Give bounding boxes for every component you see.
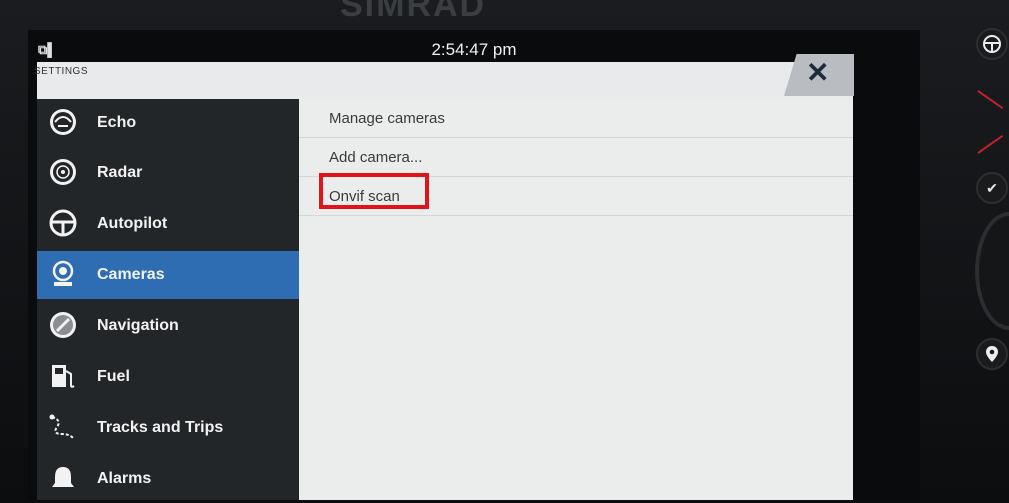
sidebar-item-label: Cameras (97, 266, 165, 283)
autopilot-button[interactable] (976, 28, 1008, 60)
autopilot-button-icon (983, 35, 1001, 53)
sidebar-item-tracks-and-trips[interactable]: Tracks and Trips (37, 404, 299, 452)
compass-icon (50, 312, 76, 338)
radar-icon (50, 159, 76, 185)
camera-settings-list: Manage cameras Add camera... Onvif scan (299, 99, 853, 500)
fuel-pump-icon (52, 365, 75, 388)
echo-icon (50, 109, 76, 135)
autopilot-wheel-icon (49, 209, 77, 237)
sidebar-item-label: Navigation (97, 317, 179, 334)
sidebar-item-label: Autopilot (97, 215, 168, 232)
settings-sidebar: Echo Radar Autopilot Cameras Navigation … (37, 99, 299, 500)
panel-title: SETTINGS (34, 66, 89, 77)
close-icon[interactable]: ✕ (806, 56, 829, 90)
sidebar-item-fuel[interactable]: Fuel (37, 353, 299, 401)
check-icon: ✔ (986, 179, 998, 196)
waypoint-pin-icon (986, 346, 998, 362)
annotation-highlight-box (319, 173, 429, 209)
brand-logo: SIMRAD (340, 0, 487, 24)
add-camera-item[interactable]: Add camera... (299, 138, 853, 177)
sidebar-item-label: Alarms (97, 470, 152, 487)
sidebar-item-echo[interactable]: Echo (37, 99, 299, 147)
sidebar-item-navigation[interactable]: Navigation (37, 302, 299, 350)
manage-cameras-item[interactable]: Manage cameras (299, 99, 853, 138)
confirm-button[interactable]: ✔ (976, 172, 1008, 204)
sidebar-item-alarms[interactable]: Alarms (37, 455, 299, 500)
clock: 2:54:47 pm (431, 40, 517, 59)
sidebar-item-label: Fuel (97, 368, 130, 385)
tracks-icon (49, 414, 75, 440)
sidebar-item-label: Echo (97, 114, 137, 131)
menu-item-label: Add camera... (329, 149, 423, 166)
alarm-bell-icon (52, 467, 74, 487)
sidebar-item-label: Radar (97, 164, 143, 181)
sidebar-item-autopilot[interactable]: Autopilot (37, 200, 299, 248)
sidebar-item-cameras[interactable]: Cameras (37, 251, 299, 299)
status-bar: ⧉▌ 2:54:47 pm (28, 30, 920, 62)
waypoint-button[interactable] (976, 338, 1008, 370)
display-screen: ⧉▌ 2:54:47 pm SETTINGS ✕ Echo Radar Auto… (28, 30, 920, 500)
sidebar-item-label: Tracks and Trips (97, 419, 224, 436)
sidebar-item-radar[interactable]: Radar (37, 149, 299, 197)
menu-item-label: Manage cameras (329, 110, 445, 127)
camera-icon (52, 260, 74, 286)
